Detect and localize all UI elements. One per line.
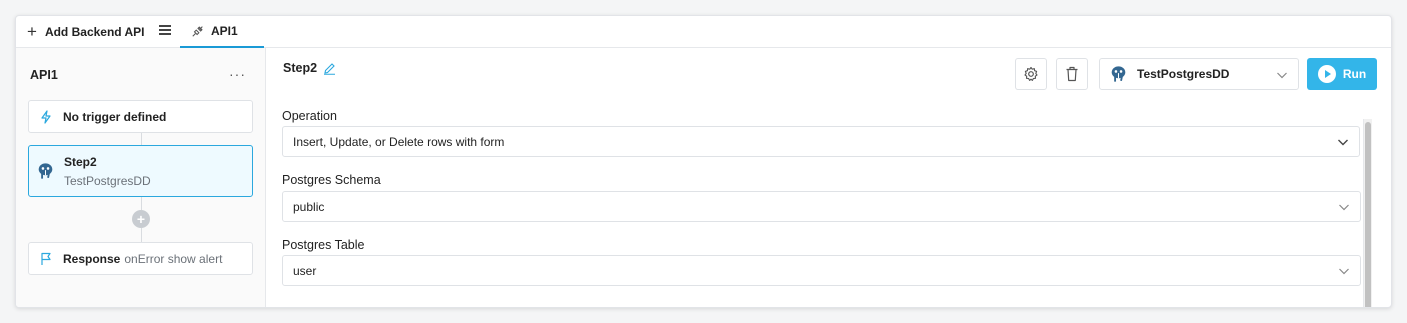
trigger-card[interactable]: No trigger defined [28, 100, 253, 133]
run-label: Run [1342, 67, 1367, 81]
tab-api1[interactable]: API1 [180, 16, 264, 48]
tab-api1-label: API1 [211, 24, 238, 38]
response-card[interactable]: Response onError show alert [28, 242, 253, 275]
api-editor-panel: + Add Backend API API1 API1 ··· No trigg… [15, 15, 1392, 308]
gear-icon [1024, 66, 1038, 81]
step-name: Step2 [64, 155, 97, 169]
menu-icon[interactable] [159, 25, 171, 37]
response-sub: onError show alert [124, 251, 223, 266]
datasource-name: TestPostgresDD [1137, 67, 1230, 81]
trigger-label: No trigger defined [63, 109, 167, 124]
postgres-icon [1111, 66, 1126, 82]
plus-icon: + [27, 22, 37, 41]
operation-value: Insert, Update, or Delete rows with form [293, 134, 505, 149]
table-select[interactable]: user [282, 255, 1361, 286]
add-step-button[interactable]: + [132, 210, 150, 228]
pencil-icon[interactable] [323, 62, 336, 75]
table-value: user [293, 263, 317, 278]
step-source: TestPostgresDD [64, 174, 151, 188]
add-backend-api-label: Add Backend API [44, 24, 145, 39]
api-title: API1 [30, 68, 58, 82]
chevron-down-icon [1338, 139, 1348, 146]
step-header: Step2 [283, 61, 336, 75]
flag-icon [41, 252, 51, 265]
scrollbar-thumb[interactable] [1365, 122, 1371, 307]
schema-select[interactable]: public [282, 191, 1361, 222]
datasource-select[interactable]: TestPostgresDD [1099, 58, 1299, 90]
delete-button[interactable] [1056, 58, 1088, 90]
schema-value: public [293, 199, 325, 214]
table-label: Postgres Table [282, 238, 365, 252]
step-title: Step2 [283, 61, 318, 75]
response-label: Response [63, 251, 121, 266]
schema-label: Postgres Schema [282, 173, 381, 187]
add-backend-api-button[interactable]: + Add Backend API [27, 16, 145, 47]
flow-connector [141, 197, 142, 210]
chevron-down-icon [1277, 72, 1287, 79]
more-options-icon[interactable]: ··· [229, 67, 246, 81]
step-editor: Step2 TestPostgresDD Run Operation Inser… [267, 48, 1391, 307]
lightning-icon [41, 109, 51, 124]
trash-icon [1066, 66, 1078, 82]
api-plug-icon [192, 26, 203, 37]
chevron-down-icon [1339, 204, 1349, 211]
run-button[interactable]: Run [1307, 58, 1377, 90]
step-card-step2[interactable]: Step2 TestPostgresDD [28, 145, 253, 197]
flow-connector [141, 133, 142, 145]
flow-connector [141, 228, 142, 242]
flow-sidebar: API1 ··· No trigger defined Step2 TestPo… [16, 48, 266, 307]
settings-button[interactable] [1015, 58, 1047, 90]
play-icon [1317, 65, 1336, 83]
scrollbar[interactable] [1363, 119, 1372, 307]
tab-bar: + Add Backend API API1 [16, 16, 1391, 48]
chevron-down-icon [1339, 268, 1349, 275]
postgres-icon [38, 163, 53, 179]
operation-select[interactable]: Insert, Update, or Delete rows with form [282, 126, 1360, 157]
operation-label: Operation [282, 109, 337, 123]
